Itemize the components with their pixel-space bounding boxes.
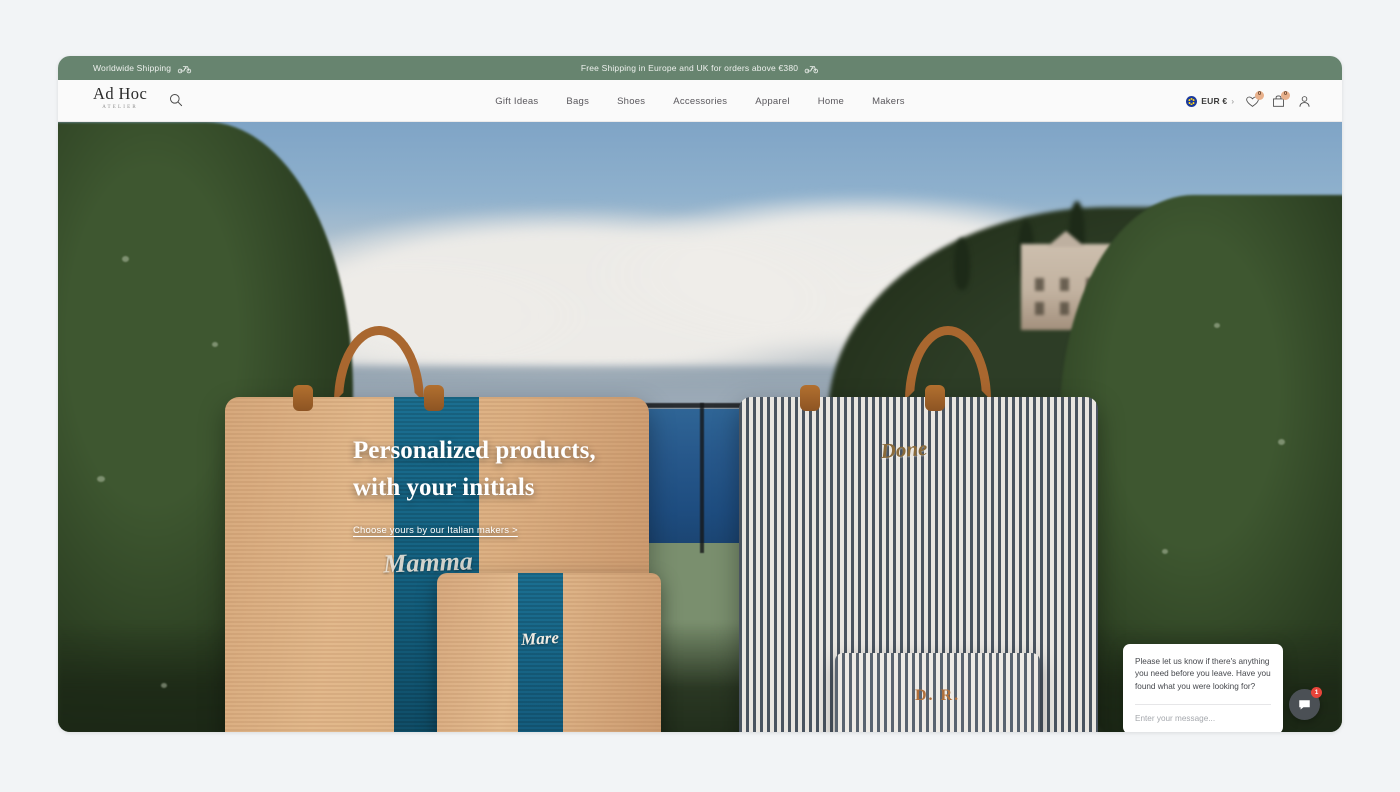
chat-input[interactable]	[1135, 705, 1271, 732]
nav-item-gift-ideas[interactable]: Gift Ideas	[495, 96, 538, 107]
chat-toggle-button[interactable]: 1	[1289, 687, 1322, 720]
embroidery-initials: D. R.	[914, 686, 961, 704]
scooter-icon	[804, 65, 819, 73]
hero-title-line-2: with your initials	[353, 474, 535, 501]
chat-bubble-icon	[1299, 700, 1310, 710]
nav-item-apparel[interactable]: Apparel	[755, 96, 790, 107]
handle-tab	[799, 384, 820, 411]
currency-label: EUR €	[1201, 96, 1228, 106]
logo[interactable]: Ad Hoc ATELIER	[93, 84, 148, 110]
raffia-pouch: Mare	[436, 573, 662, 732]
hero-title: Personalized products, with your initial…	[353, 432, 596, 506]
nav-item-shoes[interactable]: Shoes	[617, 96, 645, 107]
chevron-right-icon: ›	[1231, 96, 1234, 106]
embroidery-mare: Mare	[520, 628, 560, 650]
announcement-left: Worldwide Shipping	[93, 56, 192, 80]
handle-tab	[424, 384, 445, 411]
hero-title-line-1: Personalized products,	[353, 437, 596, 464]
chat-unread-badge: 1	[1311, 687, 1322, 698]
browser-viewport: Worldwide Shipping Free Shipping in Euro…	[58, 56, 1342, 732]
nav-item-home[interactable]: Home	[818, 96, 844, 107]
logo-subtitle: ATELIER	[102, 104, 138, 110]
wishlist-count-badge: 0	[1255, 90, 1264, 100]
announcement-left-label: Worldwide Shipping	[93, 63, 172, 73]
announcement-center: Free Shipping in Europe and UK for order…	[581, 56, 819, 80]
cart-button[interactable]: 0	[1271, 90, 1290, 109]
railing-post	[700, 402, 704, 553]
main-navigation: Gift Ideas Bags Shoes Accessories Appare…	[495, 80, 904, 122]
hero-copy: Personalized products, with your initial…	[353, 432, 596, 538]
header-actions: EUR € › 0 0	[1186, 80, 1312, 122]
nav-item-accessories[interactable]: Accessories	[673, 96, 727, 107]
site-header: Ad Hoc ATELIER Gift Ideas Bags Shoes Acc…	[58, 80, 1342, 122]
handle-tab	[925, 384, 946, 411]
announcement-bar: Worldwide Shipping Free Shipping in Euro…	[58, 56, 1342, 80]
cypress-tree	[953, 237, 970, 290]
user-icon	[1299, 95, 1310, 107]
nav-item-makers[interactable]: Makers	[872, 96, 905, 107]
handle-tab	[292, 384, 313, 411]
hero-cta-link[interactable]: Choose yours by our Italian makers >	[353, 525, 518, 536]
raffia-pouch-stripe	[517, 573, 563, 732]
currency-selector[interactable]: EUR € ›	[1186, 95, 1234, 107]
cart-count-badge: 0	[1281, 90, 1290, 100]
hero-banner: Mamma Mare Done D. R. Personalized produ…	[58, 122, 1342, 732]
logo-name: Ad Hoc	[93, 84, 148, 103]
chat-widget: Please let us know if there's anything y…	[1123, 643, 1322, 732]
wishlist-button[interactable]: 0	[1245, 90, 1264, 109]
chat-message: Please let us know if there's anything y…	[1135, 656, 1271, 691]
nav-item-bags[interactable]: Bags	[566, 96, 589, 107]
account-button[interactable]	[1297, 94, 1312, 109]
chat-card: Please let us know if there's anything y…	[1123, 643, 1283, 732]
striped-pouch: D. R.	[834, 652, 1041, 732]
embroidery-done: Done	[879, 435, 928, 463]
eu-flag-icon	[1186, 95, 1198, 107]
scooter-icon	[178, 65, 192, 73]
hero-background-photo: Mamma Mare Done D. R.	[58, 122, 1342, 732]
search-icon[interactable]	[168, 92, 184, 108]
announcement-center-label: Free Shipping in Europe and UK for order…	[580, 63, 799, 73]
